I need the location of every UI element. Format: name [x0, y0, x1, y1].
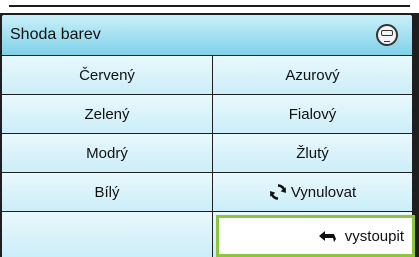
- refresh-icon: [269, 183, 287, 201]
- color-blue-label: Modrý: [86, 144, 128, 162]
- menu-header: Shoda barev: [2, 15, 412, 55]
- color-green-button[interactable]: Zelený: [2, 95, 212, 133]
- exit-button[interactable]: vystoupit: [216, 215, 415, 257]
- exit-label: vystoupit: [344, 227, 404, 245]
- color-magenta-label: Fialový: [288, 105, 337, 123]
- color-yellow-button[interactable]: Žlutý: [213, 134, 412, 172]
- remote-control-icon: [376, 24, 398, 46]
- color-magenta-button[interactable]: Fialový: [213, 95, 412, 133]
- color-yellow-label: Žlutý: [296, 144, 329, 162]
- color-red-button[interactable]: Červený: [2, 56, 212, 94]
- color-white-label: Bílý: [94, 183, 120, 201]
- color-blue-button[interactable]: Modrý: [2, 134, 212, 172]
- top-divider: [0, 0, 419, 8]
- return-arrow-icon: [318, 230, 337, 242]
- color-white-button[interactable]: Bílý: [2, 173, 212, 211]
- empty-cell: [2, 212, 212, 257]
- color-red-label: Červený: [79, 66, 135, 84]
- color-cyan-label: Azurový: [285, 66, 340, 84]
- reset-button[interactable]: Vynulovat: [213, 173, 412, 211]
- color-cyan-button[interactable]: Azurový: [213, 56, 412, 94]
- reset-label: Vynulovat: [290, 183, 357, 201]
- color-green-label: Zelený: [84, 105, 130, 123]
- menu-title: Shoda barev: [10, 26, 101, 43]
